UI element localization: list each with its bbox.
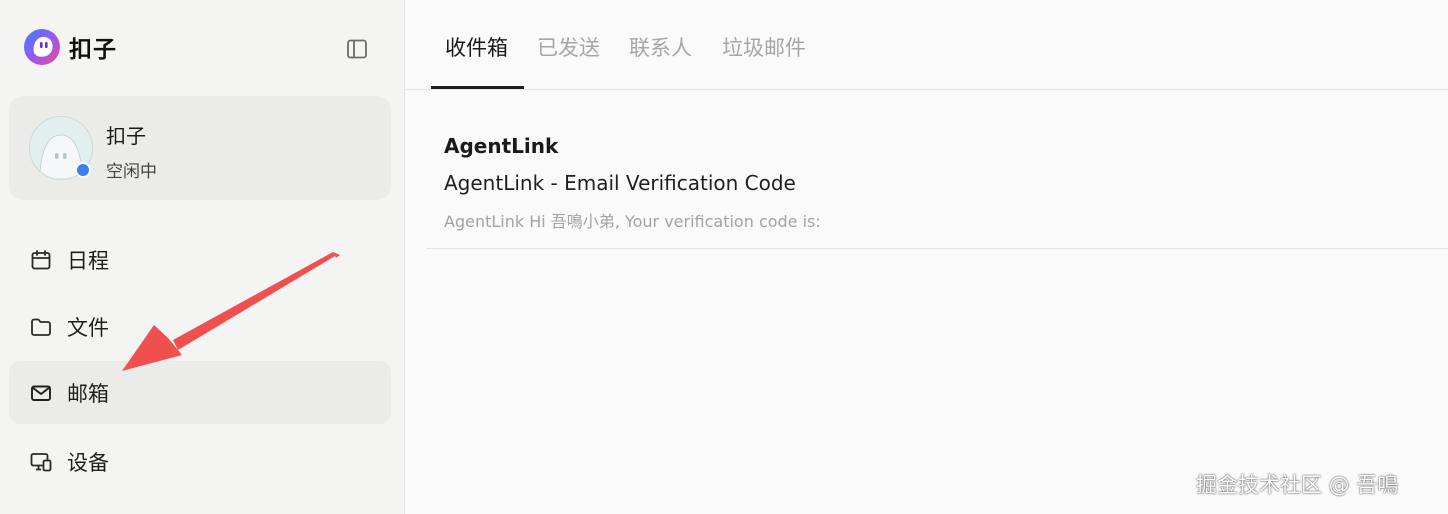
email-preview: AgentLink Hi 吾鳴小弟, Your verification cod… [444, 212, 821, 231]
calendar-icon [28, 247, 54, 273]
brand[interactable]: 扣子 [22, 27, 117, 67]
main-panel: 收件箱 已发送 联系人 垃圾邮件 AgentLink AgentLink - E… [406, 0, 1448, 514]
sidebar-item-mail[interactable]: 邮箱 [9, 361, 391, 424]
active-tab-indicator [431, 86, 524, 89]
avatar [29, 116, 93, 180]
profile-card[interactable]: 扣子 空闲中 [9, 96, 391, 200]
email-sender: AgentLink [444, 134, 559, 158]
sidebar-item-label: 邮箱 [67, 381, 109, 406]
profile-status: 空闲中 [106, 162, 157, 182]
sidebar-item-label: 文件 [67, 315, 109, 340]
sidebar-panel-icon [347, 39, 367, 59]
brand-logo-icon [24, 29, 60, 65]
tab-spam[interactable]: 垃圾邮件 [722, 32, 806, 62]
tab-inbox[interactable]: 收件箱 [445, 32, 508, 62]
sidebar-item-calendar[interactable]: 日程 [9, 228, 391, 291]
device-icon [28, 449, 54, 475]
tab-bar: 收件箱 已发送 联系人 垃圾邮件 [406, 0, 1448, 90]
tab-contacts[interactable]: 联系人 [629, 32, 692, 62]
sidebar-toggle-button[interactable] [342, 34, 372, 64]
mail-icon [28, 380, 54, 406]
email-list-item[interactable]: AgentLink AgentLink - Email Verification… [426, 110, 1448, 249]
watermark: 掘金技术社区 @ 吾鳴 [1196, 473, 1399, 497]
tab-sent[interactable]: 已发送 [537, 32, 600, 62]
sidebar: 扣子 扣子 空闲中 日程 文件 邮箱 设备 [0, 0, 405, 514]
sidebar-item-devices[interactable]: 设备 [9, 430, 391, 493]
profile-name: 扣子 [106, 124, 146, 148]
sidebar-item-label: 日程 [67, 248, 109, 273]
folder-icon [28, 314, 54, 340]
brand-name: 扣子 [69, 37, 117, 63]
sidebar-item-files[interactable]: 文件 [9, 295, 391, 358]
status-dot [75, 162, 91, 178]
sidebar-item-label: 设备 [67, 450, 109, 475]
email-subject: AgentLink - Email Verification Code [444, 171, 796, 195]
